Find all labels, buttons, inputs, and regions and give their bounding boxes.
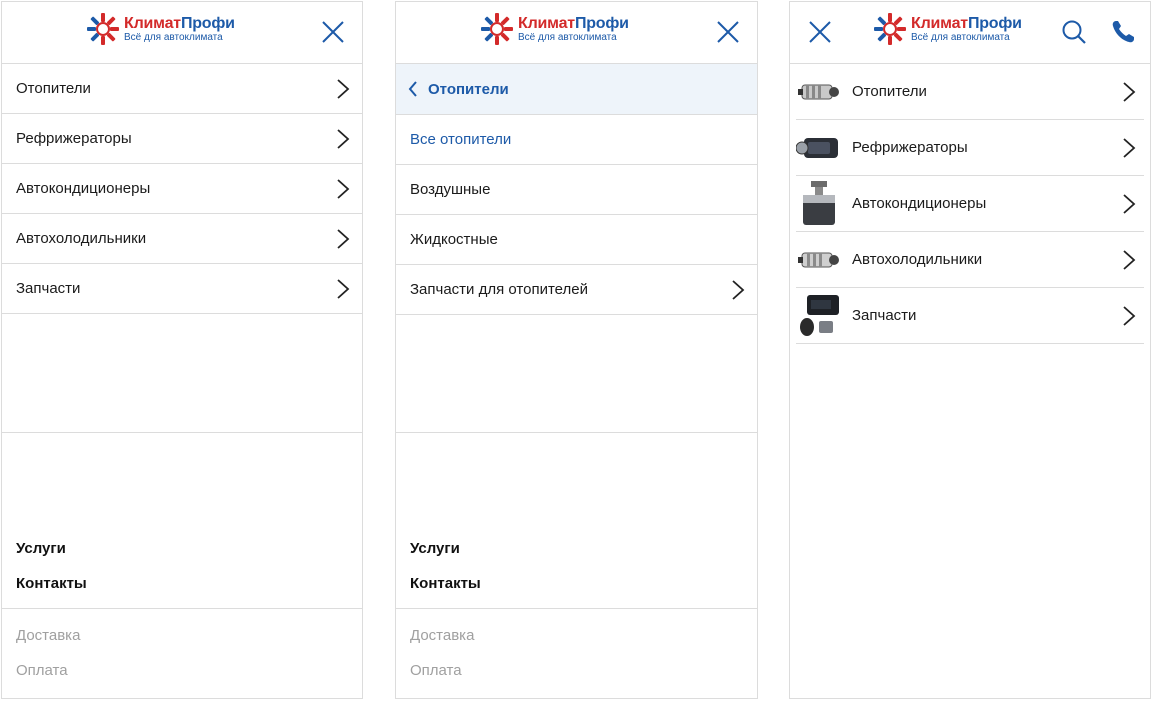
logo-name-part1: Климат xyxy=(911,14,968,32)
contacts-link[interactable]: Контакты xyxy=(410,575,481,592)
header: КлиматПрофи Всё для автоклимата xyxy=(2,2,362,64)
header: КлиматПрофи Всё для автоклимата xyxy=(790,2,1150,64)
chevron-right-icon xyxy=(337,279,350,299)
catalog-panel: КлиматПрофи Всё для автоклимата Отопител… xyxy=(789,1,1151,699)
menu-item-spare-parts[interactable]: Запчасти xyxy=(2,264,362,314)
chevron-right-icon xyxy=(1123,138,1136,158)
close-icon[interactable] xyxy=(807,19,833,45)
main-menu: Отопители Рефрижераторы Автокондиционеры… xyxy=(2,64,362,314)
category-label: Отопители xyxy=(852,83,927,100)
spare-parts-icon xyxy=(796,293,842,339)
chevron-right-icon xyxy=(1123,250,1136,270)
submenu-item-label: Запчасти для отопителей xyxy=(410,281,588,298)
menu-item-label: Отопители xyxy=(16,80,91,97)
close-icon[interactable] xyxy=(320,19,346,45)
section-divider xyxy=(2,608,362,609)
category-label: Рефрижераторы xyxy=(852,139,968,156)
menu-item-heaters[interactable]: Отопители xyxy=(2,64,362,114)
header: КлиматПрофи Всё для автоклимата xyxy=(396,2,757,64)
submenu-item-all-heaters[interactable]: Все отопители xyxy=(396,115,757,165)
logo-name-part1: Климат xyxy=(518,14,575,32)
delivery-link[interactable]: Доставка xyxy=(16,627,80,644)
menu-item-air-conditioners[interactable]: Автокондиционеры xyxy=(2,164,362,214)
section-divider xyxy=(2,432,362,433)
submenu-item-label: Все отопители xyxy=(410,131,512,148)
logo-name-part2: Профи xyxy=(967,14,1022,32)
contacts-link[interactable]: Контакты xyxy=(16,575,87,592)
submenu-item-label: Жидкостные xyxy=(410,231,498,248)
menu-item-car-fridges[interactable]: Автохолодильники xyxy=(2,214,362,264)
category-label: Запчасти xyxy=(852,307,917,324)
chevron-right-icon xyxy=(337,129,350,149)
submenu-item-heater-parts[interactable]: Запчасти для отопителей xyxy=(396,265,757,315)
back-button[interactable]: Отопители xyxy=(396,64,757,115)
logo[interactable]: КлиматПрофи Всё для автоклимата xyxy=(480,12,629,46)
payment-link[interactable]: Оплата xyxy=(16,662,68,679)
category-car-fridges[interactable]: Автохолодильники xyxy=(796,232,1144,288)
logo-icon xyxy=(87,13,119,45)
menu-panel-heaters: КлиматПрофи Всё для автоклимата Отопител… xyxy=(395,1,758,699)
category-list: Отопители Рефрижераторы Автокондиционеры… xyxy=(796,64,1144,344)
submenu-item-air[interactable]: Воздушные xyxy=(396,165,757,215)
chevron-right-icon xyxy=(732,280,745,300)
submenu: Все отопители Воздушные Жидкостные Запча… xyxy=(396,115,757,315)
search-icon[interactable] xyxy=(1061,19,1087,45)
logo-tagline: Всё для автоклимата xyxy=(911,31,1010,43)
payment-link[interactable]: Оплата xyxy=(410,662,462,679)
category-refrigerators[interactable]: Рефрижераторы xyxy=(796,120,1144,176)
phone-icon[interactable] xyxy=(1110,19,1136,45)
section-divider xyxy=(396,432,757,433)
back-label: Отопители xyxy=(428,80,509,98)
heater-icon xyxy=(796,69,842,115)
chevron-right-icon xyxy=(337,229,350,249)
category-air-conditioners[interactable]: Автокондиционеры xyxy=(796,176,1144,232)
logo-name-part2: Профи xyxy=(180,14,235,32)
services-link[interactable]: Услуги xyxy=(16,540,66,557)
chevron-left-icon xyxy=(408,81,417,97)
delivery-link[interactable]: Доставка xyxy=(410,627,474,644)
air-conditioner-icon xyxy=(796,180,842,227)
chevron-right-icon xyxy=(337,179,350,199)
category-heaters[interactable]: Отопители xyxy=(796,64,1144,120)
logo[interactable]: КлиматПрофи Всё для автоклимата xyxy=(86,12,235,46)
car-fridge-icon xyxy=(796,237,842,283)
chevron-right-icon xyxy=(337,79,350,99)
chevron-right-icon xyxy=(1123,306,1136,326)
logo-icon xyxy=(481,13,513,45)
logo-icon xyxy=(874,13,906,45)
category-label: Автохолодильники xyxy=(852,251,983,268)
category-spare-parts[interactable]: Запчасти xyxy=(796,288,1144,344)
refrigerator-unit-icon xyxy=(796,125,842,171)
submenu-item-label: Воздушные xyxy=(410,181,491,198)
section-divider xyxy=(396,608,757,609)
category-label: Автокондиционеры xyxy=(852,195,987,212)
services-link[interactable]: Услуги xyxy=(410,540,460,557)
menu-item-label: Запчасти xyxy=(16,280,81,297)
menu-item-label: Автокондиционеры xyxy=(16,180,151,197)
menu-item-label: Рефрижераторы xyxy=(16,130,132,147)
logo-name-part1: Климат xyxy=(124,14,181,32)
chevron-right-icon xyxy=(1123,194,1136,214)
menu-item-label: Автохолодильники xyxy=(16,230,147,247)
logo-name-part2: Профи xyxy=(574,14,629,32)
menu-panel-main: КлиматПрофи Всё для автоклимата Отопител… xyxy=(1,1,363,699)
menu-item-refrigerators[interactable]: Рефрижераторы xyxy=(2,114,362,164)
close-icon[interactable] xyxy=(715,19,741,45)
chevron-right-icon xyxy=(1123,82,1136,102)
submenu-item-liquid[interactable]: Жидкостные xyxy=(396,215,757,265)
logo[interactable]: КлиматПрофи Всё для автоклимата xyxy=(873,12,1022,46)
logo-tagline: Всё для автоклимата xyxy=(124,31,223,43)
logo-tagline: Всё для автоклимата xyxy=(518,31,617,43)
